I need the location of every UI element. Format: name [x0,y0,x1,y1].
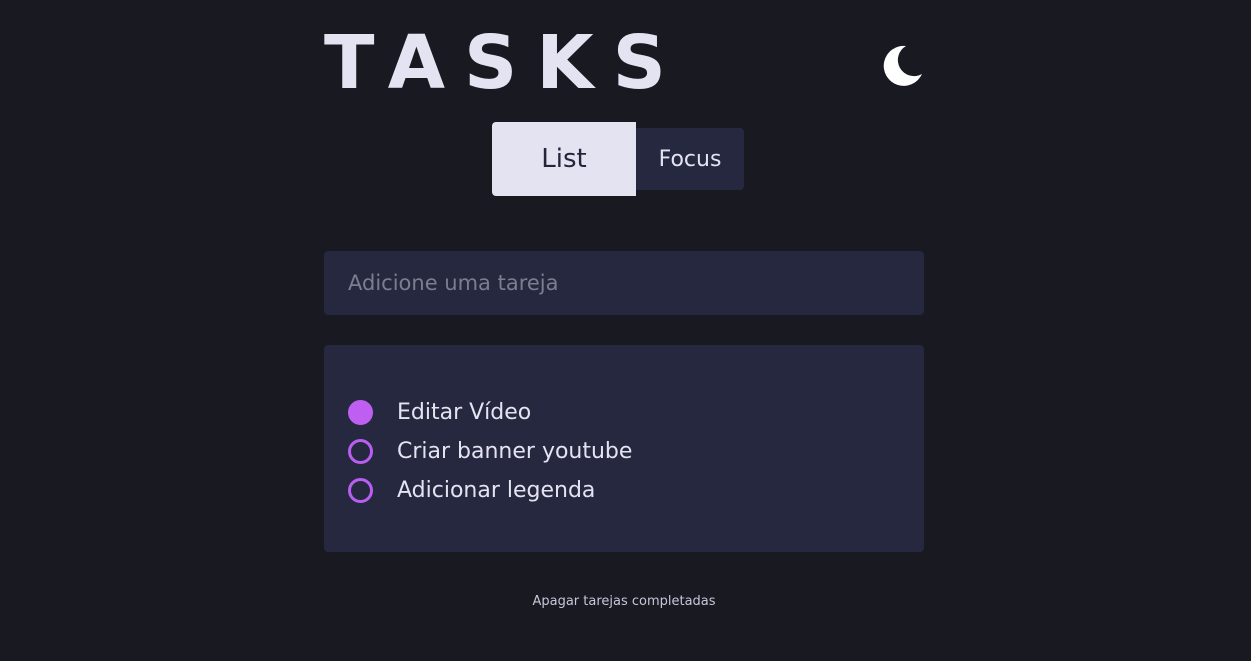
task-checkbox-checked[interactable] [348,400,373,425]
clear-completed-link[interactable]: Apagar tarejas completadas [324,594,924,609]
moon-icon [883,45,922,86]
tab-list[interactable]: List [492,122,636,196]
app-title: TASKS [324,20,685,106]
task-checkbox[interactable] [348,478,373,503]
task-item[interactable]: Criar banner youtube [348,432,632,471]
theme-toggle-button[interactable] [880,44,924,88]
task-item[interactable]: Editar Vídeo [348,393,632,432]
task-label: Editar Vídeo [397,400,532,425]
task-list-card: Editar Vídeo Criar banner youtube Adicio… [324,345,924,552]
task-label: Criar banner youtube [397,439,633,464]
new-task-input[interactable] [324,251,924,315]
tab-focus[interactable]: Focus [636,128,744,190]
task-label: Adicionar legenda [397,478,596,503]
task-checkbox[interactable] [348,439,373,464]
task-item[interactable]: Adicionar legenda [348,471,632,510]
view-tabs: List Focus [492,122,752,196]
task-list: Editar Vídeo Criar banner youtube Adicio… [348,393,632,510]
